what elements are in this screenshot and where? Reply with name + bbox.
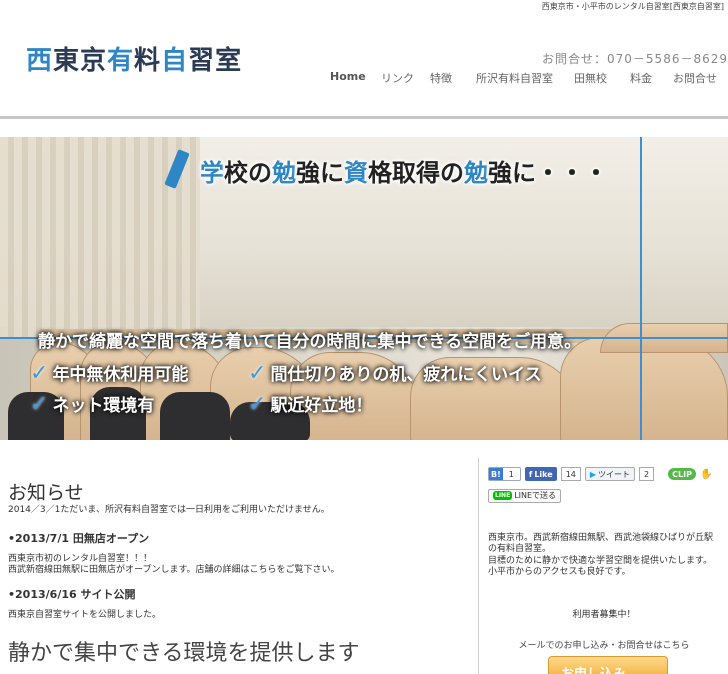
logo-char: 有 bbox=[107, 46, 135, 76]
nav-tanashi[interactable]: 田無校 bbox=[574, 70, 607, 86]
feature-label: ネット環境有 bbox=[52, 396, 155, 416]
headline-part: 学 bbox=[200, 159, 224, 187]
nav-features[interactable]: 特徴 bbox=[430, 70, 452, 86]
news-item-text: 西武新宿線田無駅に田無店がオープンします。店舗の詳細はこちらをご覧下さい。 bbox=[8, 565, 340, 575]
news-item-title: •2013/7/1 田無店オープン bbox=[8, 532, 150, 545]
clip-button[interactable]: CLIP bbox=[668, 468, 696, 480]
hero-tagline: 静かで綺麗な空間で落ち着いて自分の時間に集中できる空間をご用意。 bbox=[38, 332, 582, 352]
feature-label: 年中無休利用可能 bbox=[52, 365, 189, 385]
tweet-count: 2 bbox=[639, 467, 655, 481]
news-item-text: 西東京市初のレンタル自習室！！！ bbox=[8, 554, 153, 564]
check-icon: ✓ bbox=[30, 392, 49, 417]
news-item-text: 西東京自習室サイトを公開しました。 bbox=[8, 610, 162, 620]
check-icon: ✓ bbox=[248, 361, 267, 386]
apply-button[interactable]: お申し込み bbox=[548, 656, 668, 674]
hero-chair bbox=[160, 392, 230, 440]
logo-char: 東京 bbox=[53, 46, 108, 76]
headline-part: 格取得の bbox=[368, 159, 464, 187]
description-line: 小平市からのアクセスも良好です。 bbox=[488, 567, 631, 577]
hatena-count: 1 bbox=[508, 469, 514, 479]
headline-part: 強に bbox=[296, 159, 344, 187]
facebook-like-label: Like bbox=[534, 469, 553, 479]
nav-tokorozawa[interactable]: 所沢有料自習室 bbox=[476, 70, 553, 86]
description-line: の有料自習室。 bbox=[488, 544, 552, 554]
headline-part: 校の bbox=[224, 159, 272, 187]
tweet-button[interactable]: ▶ ツイート bbox=[584, 467, 636, 481]
logo-char: 料 bbox=[134, 46, 162, 76]
line-share-label: LINEで送る bbox=[514, 491, 557, 500]
header-divider bbox=[0, 116, 728, 119]
hand-icon: ✋ bbox=[699, 468, 713, 480]
site-logo[interactable]: 西東京有料自習室 bbox=[26, 40, 242, 77]
logo-char: 習室 bbox=[188, 46, 243, 76]
nav-price[interactable]: 料金 bbox=[630, 70, 652, 86]
line-share-button[interactable]: LINE LINEで送る bbox=[488, 488, 562, 503]
headline-part: 勉 bbox=[464, 159, 488, 187]
check-icon: ✓ bbox=[30, 361, 49, 386]
facebook-like-button[interactable]: f Like bbox=[524, 467, 557, 481]
section-heading: 静かで集中できる環境を提供します bbox=[8, 641, 360, 666]
hatena-bookmark-button[interactable]: B! 1 bbox=[488, 467, 521, 481]
header-contact: お問合せ：070－5586－8629 bbox=[542, 52, 728, 66]
feature-label: 間仕切りありの机、疲れにくいイス bbox=[270, 365, 542, 385]
recruit-text: 利用者募集中！ bbox=[572, 609, 636, 620]
hero-headline: 学校の勉強に資格取得の勉強に・・・ bbox=[200, 153, 608, 188]
headline-part: 勉 bbox=[272, 159, 296, 187]
feature-item: ✓ ネット環境有 bbox=[30, 391, 154, 417]
column-divider bbox=[478, 458, 479, 674]
main-nav: Home リンク 特徴 所沢有料自習室 田無校 料金 お問合せ bbox=[318, 70, 728, 86]
description-line: 目標のために静かで快適な学習空間を提供いたします。 bbox=[488, 555, 713, 566]
feature-item: ✓ 年中無休利用可能 bbox=[30, 360, 188, 386]
share-buttons: B! 1 f Like 14 ▶ ツイート 2 CLIP ✋ bbox=[488, 466, 720, 482]
feature-item: ✓ 駅近好立地！ bbox=[248, 391, 372, 417]
sidebar: B! 1 f Like 14 ▶ ツイート 2 CLIP ✋ LINE LINEで送… bbox=[488, 466, 720, 674]
twitter-icon: ▶ bbox=[589, 469, 597, 479]
headline-part: 資 bbox=[344, 159, 368, 187]
news-line: 2014／3／1ただいま、所沢有料自習室では一日利用をご利用いただけません。 bbox=[8, 505, 330, 515]
logo-char: 西 bbox=[26, 46, 54, 76]
main-content: お知らせ 2014／3／1ただいま、所沢有料自習室では一日利用をご利用いただけま… bbox=[8, 478, 468, 667]
logo-char: 自 bbox=[161, 46, 189, 76]
description-line: 西東京市。西武新宿線田無駅、西武池袋線ひばりが丘駅 bbox=[488, 532, 714, 543]
check-icon: ✓ bbox=[248, 392, 267, 417]
nav-link[interactable]: リンク bbox=[381, 70, 414, 86]
feature-item: ✓ 間仕切りありの机、疲れにくいイス bbox=[248, 360, 542, 386]
news-title: お知らせ bbox=[8, 482, 84, 504]
contact-text: メールでのお申し込み・お問合せはこちら bbox=[518, 640, 690, 651]
feature-label: 駅近好立地！ bbox=[270, 396, 373, 416]
line-icon: LINE bbox=[493, 491, 513, 500]
sidebar-description: 西東京市。西武新宿線田無駅、西武池袋線ひばりが丘駅 の有料自習室。 目標のために… bbox=[488, 533, 720, 579]
facebook-icon: f bbox=[528, 469, 533, 479]
hatena-icon: B! bbox=[489, 468, 503, 480]
headline-part: 強に・・・ bbox=[488, 159, 608, 187]
nav-contact[interactable]: お問合せ bbox=[673, 70, 717, 86]
hero-accent-line bbox=[640, 137, 642, 440]
facebook-count: 14 bbox=[560, 467, 581, 481]
nav-home[interactable]: Home bbox=[330, 70, 366, 83]
top-caption: 西東京市・小平市のレンタル自習室[西東京自習室] bbox=[541, 2, 724, 11]
tweet-label: ツイート bbox=[598, 469, 631, 479]
news-item-title: •2013/6/16 サイト公開 bbox=[8, 588, 136, 601]
